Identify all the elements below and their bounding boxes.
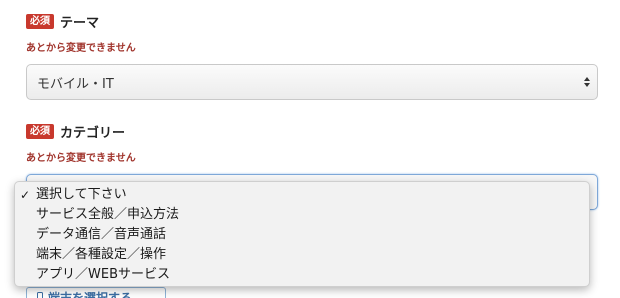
dropdown-option-label: 端末／各種設定／操作 [36, 247, 167, 262]
dropdown-option-label: 選択して下さい [36, 187, 127, 202]
category-dropdown-menu: ✓ 選択して下さい サービス全般／申込方法 データ通信／音声通話 端末／各種設定… [14, 181, 590, 287]
dropdown-option[interactable]: アプリ／WEBサービス [15, 265, 589, 285]
dropdown-option[interactable]: 端末／各種設定／操作 [15, 245, 589, 265]
required-badge: 必須 [26, 14, 54, 29]
dropdown-option[interactable]: サービス全般／申込方法 [15, 205, 589, 225]
dropdown-option-label: データ通信／音声通話 [36, 227, 167, 242]
dropdown-option-label: アプリ／WEBサービス [36, 267, 170, 282]
select-arrows-icon [584, 77, 590, 87]
theme-note: あとから変更できません [26, 43, 136, 54]
category-label-row: 必須 カテゴリー [26, 122, 125, 141]
theme-select-value: モバイル・IT [37, 76, 114, 92]
form-page: 必須 テーマ あとから変更できません モバイル・IT 必須 カテゴリー あとから… [0, 0, 620, 298]
phone-icon [37, 292, 43, 298]
dropdown-option-label: サービス全般／申込方法 [36, 207, 180, 222]
checkmark-icon: ✓ [20, 188, 31, 202]
category-note: あとから変更できません [26, 153, 136, 164]
theme-select[interactable]: モバイル・IT [26, 64, 598, 100]
theme-label: テーマ [60, 16, 100, 31]
required-badge: 必須 [26, 124, 54, 139]
select-device-label: 端末を選択する [48, 290, 133, 298]
dropdown-option[interactable]: ✓ 選択して下さい [15, 185, 589, 205]
select-device-button[interactable]: 端末を選択する [26, 287, 166, 298]
dropdown-option[interactable]: データ通信／音声通話 [15, 225, 589, 245]
category-label: カテゴリー [60, 126, 126, 141]
theme-label-row: 必須 テーマ [26, 12, 99, 31]
